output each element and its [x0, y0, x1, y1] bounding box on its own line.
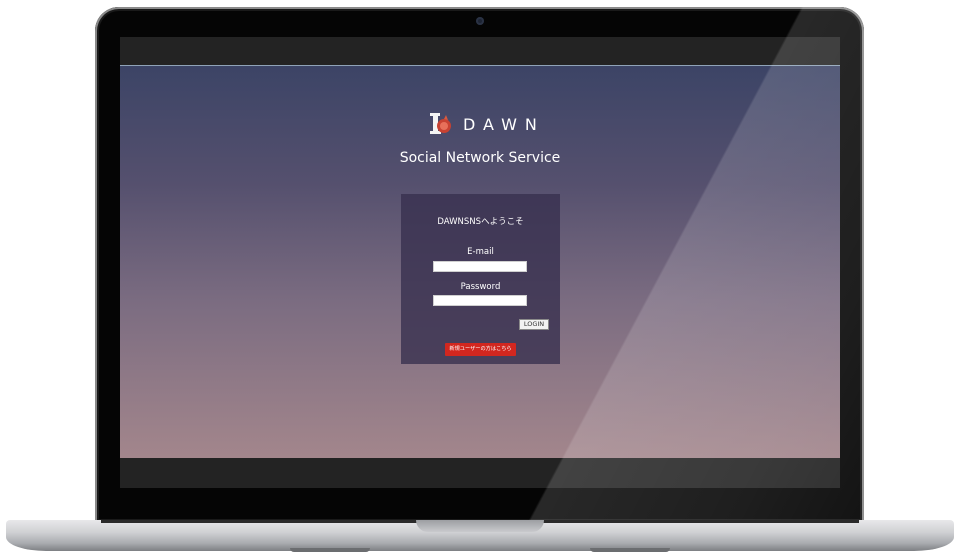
site-tagline: Social Network Service — [399, 150, 561, 166]
laptop-base — [6, 520, 954, 551]
header-bar — [120, 37, 840, 66]
footer-bar — [120, 458, 840, 488]
laptop-foot-left — [290, 548, 370, 552]
welcome-heading: DAWNSNSへようこそ — [437, 217, 524, 227]
webcam-icon — [476, 17, 484, 25]
laptop-screen: DAWN Social Network Service DAWNSNSへようこそ… — [120, 37, 840, 488]
dawn-logo-icon — [430, 113, 451, 134]
register-button[interactable]: 新規ユーザーの方はこちら — [445, 343, 516, 356]
hero-section: DAWN Social Network Service DAWNSNSへようこそ… — [120, 66, 840, 458]
email-field[interactable] — [433, 261, 527, 272]
brand-name: DAWN — [463, 114, 545, 134]
login-button[interactable]: LOGIN — [519, 319, 549, 330]
password-field[interactable] — [433, 295, 527, 306]
email-label: E-mail — [467, 247, 494, 257]
password-label: Password — [460, 282, 501, 292]
brand-logo: DAWN — [427, 111, 545, 137]
laptop-mockup: DAWN Social Network Service DAWNSNSへようこそ… — [0, 0, 960, 560]
laptop-foot-right — [590, 548, 670, 552]
lid-opening-notch — [416, 520, 544, 532]
login-form: DAWNSNSへようこそ E-mail Password LOGIN 新規ユーザ… — [401, 194, 560, 364]
